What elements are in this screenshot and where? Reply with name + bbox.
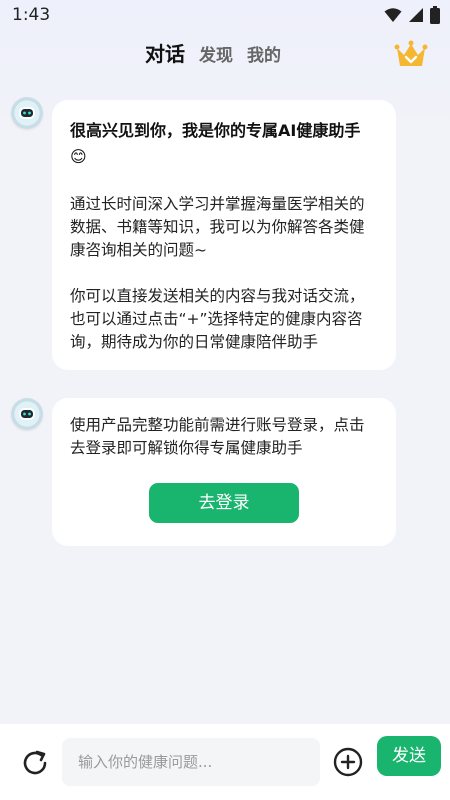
composer-bar: 发送 xyxy=(0,724,450,800)
login-prompt-text: 使用产品完整功能前需进行账号登录，点击去登录即可解锁你得专属健康助手 xyxy=(70,416,365,457)
tab-mine[interactable]: 我的 xyxy=(247,41,281,66)
login-button[interactable]: 去登录 xyxy=(149,483,299,523)
chat-screen: 1:43 对话 发现 我的 很高兴见到你，我是你的专属AI健康助手 😊 通过长时… xyxy=(0,0,450,800)
status-time: 1:43 xyxy=(12,5,51,25)
robot-avatar-icon xyxy=(11,398,43,430)
login-prompt-message: 使用产品完整功能前需进行账号登录，点击去登录即可解锁你得专属健康助手 去登录 xyxy=(52,398,396,546)
crown-icon[interactable] xyxy=(394,40,428,70)
wifi-icon xyxy=(384,7,402,27)
send-button[interactable]: 发送 xyxy=(377,736,441,776)
welcome-message: 很高兴见到你，我是你的专属AI健康助手 😊 通过长时间深入学习并掌握海量医学相关… xyxy=(52,100,396,370)
health-question-input[interactable] xyxy=(62,738,320,786)
signal-icon xyxy=(408,7,424,27)
refresh-icon[interactable] xyxy=(20,748,50,778)
headline-text: 很高兴见到你，我是你的专属AI健康助手 xyxy=(70,121,361,140)
status-bar: 1:43 xyxy=(0,0,450,30)
tab-bar: 对话 发现 我的 xyxy=(145,38,281,67)
robot-avatar-icon xyxy=(11,97,43,129)
battery-icon xyxy=(430,6,440,28)
welcome-paragraph-1: 通过长时间深入学习并掌握海量医学相关的数据、书籍等知识，我可以为你解答各类健康咨… xyxy=(70,195,365,259)
top-nav: 对话 发现 我的 xyxy=(0,38,450,74)
welcome-headline: 很高兴见到你，我是你的专属AI健康助手 😊 xyxy=(70,118,378,170)
welcome-paragraph-2: 你可以直接发送相关的内容与我对话交流，也可以通过点击“+”选择特定的健康内容咨询… xyxy=(70,287,365,351)
plus-circle-icon[interactable] xyxy=(332,746,364,778)
status-icons xyxy=(384,6,440,28)
tab-chat[interactable]: 对话 xyxy=(145,38,185,67)
smile-emoji-icon: 😊 xyxy=(70,147,87,166)
tab-discover[interactable]: 发现 xyxy=(199,41,233,66)
